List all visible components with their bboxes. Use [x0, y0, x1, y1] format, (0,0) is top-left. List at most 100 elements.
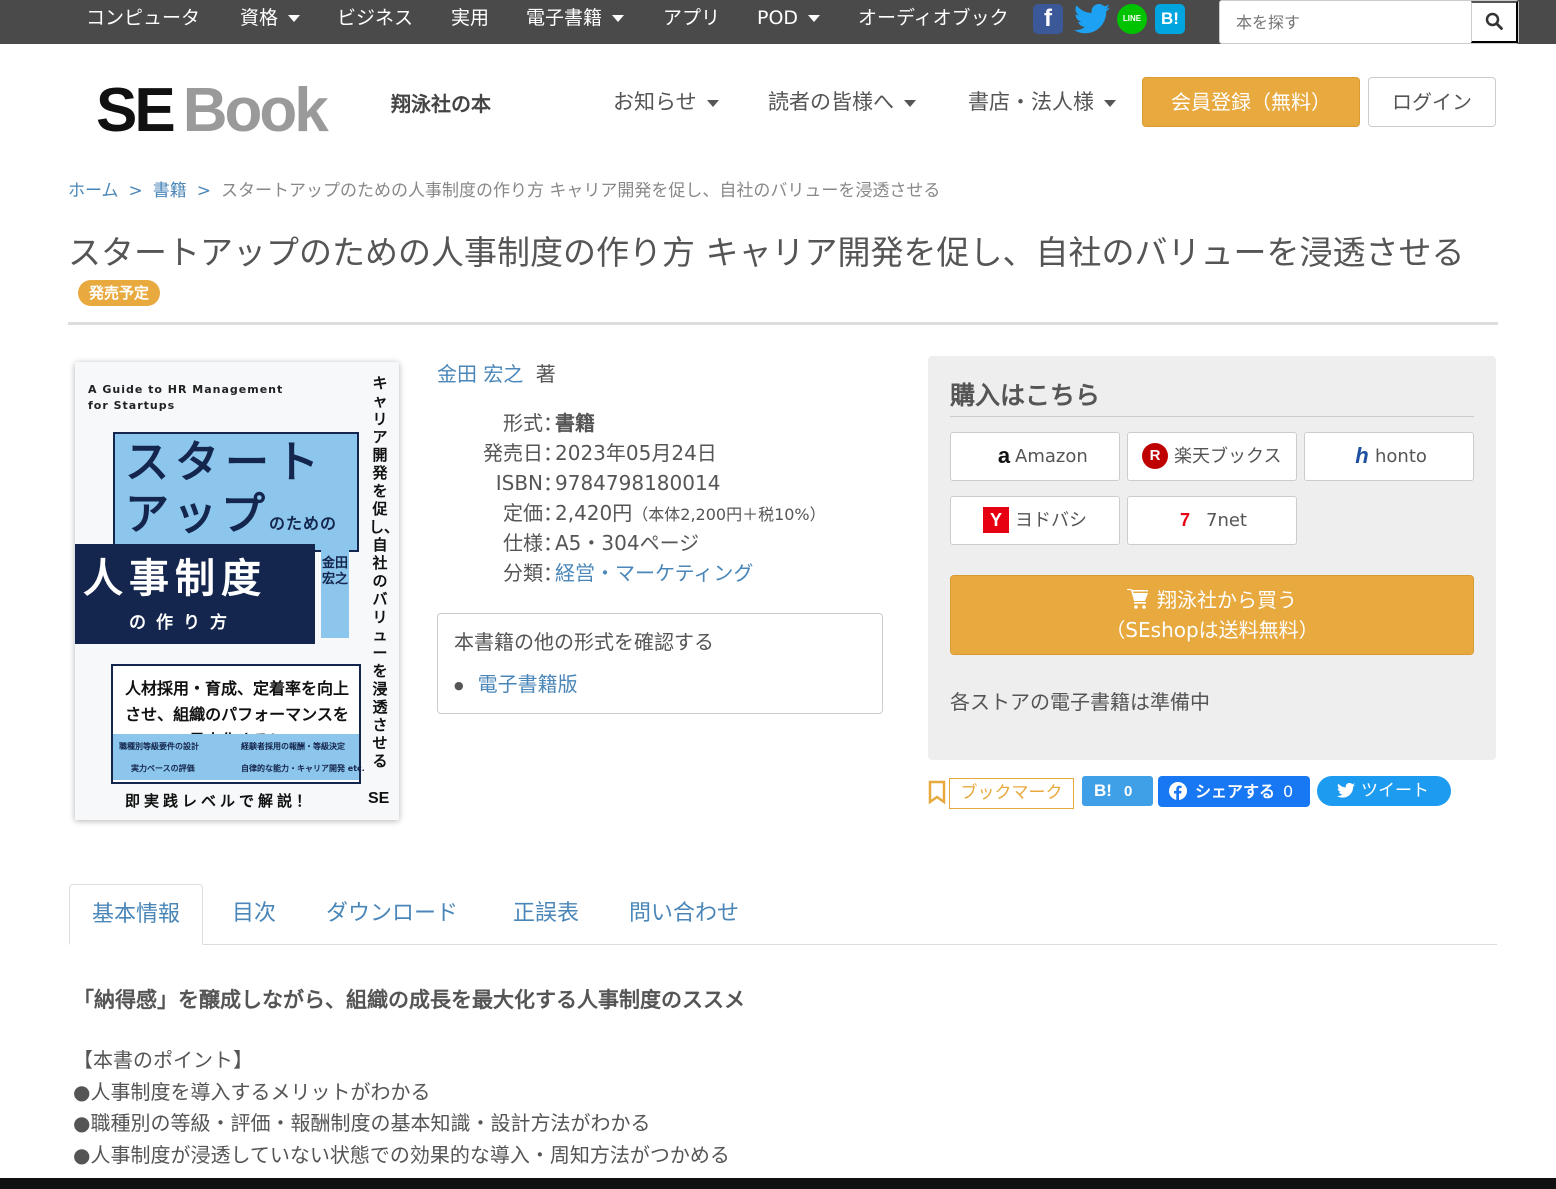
bookmark-icon [928, 780, 946, 805]
topnav-apps[interactable]: アプリ [663, 0, 720, 36]
cover-english-title: A Guide to HR Management for Startups [88, 383, 284, 412]
list-item: ●職種別の等級・評価・報酬制度の基本知識・設計方法がわかる [73, 1111, 651, 1135]
breadcrumb-current: スタートアップのための人事制度の作り方 キャリア開発を促し、自社のバリューを浸透… [221, 181, 941, 201]
status-badge: 発売予定 [78, 279, 161, 306]
search-button[interactable] [1471, 1, 1518, 43]
caret-down-icon [904, 99, 916, 107]
page-title: スタートアップのための人事制度の作り方 キャリア開発を促し、自社のバリューを浸透… [68, 234, 1498, 310]
cover-title-line4: の作り方 [129, 613, 237, 633]
topnav-qualifications[interactable]: 資格 [240, 0, 301, 36]
cover-title-line2: アップのための [125, 489, 338, 540]
cover-bottom-text: 即実践レベルで解説！ [125, 792, 316, 810]
purchase-panel: 購入はこちら a Amazon R 楽天ブックス h honto Y ヨドバシ 7 7ne… [928, 356, 1496, 760]
cover-title-line1: スタート [125, 437, 325, 488]
points-heading: 【本書のポイント】 [73, 1048, 253, 1072]
detail-label: 定価 [503, 501, 543, 525]
breadcrumb-books[interactable]: 書籍 [153, 181, 187, 201]
ebook-availability-note: 各ストアの電子書籍は準備中 [950, 690, 1210, 714]
cover-title-line3: 人事制度 [83, 556, 267, 602]
cover-vertical-subtitle: キャリア開発を促し、自社のバリューを浸透させる [369, 374, 399, 770]
breadcrumb-home[interactable]: ホーム [68, 181, 119, 201]
store-rakuten-button[interactable]: R 楽天ブックス [1127, 432, 1297, 481]
detail-label: 形式 [503, 411, 543, 435]
yodobashi-icon: Y [983, 507, 1009, 533]
tab-errata[interactable]: 正誤表 [513, 884, 579, 945]
cover-feature: 実力ベースの評価 [131, 764, 195, 773]
purchase-heading: 購入はこちら [950, 381, 1101, 410]
detail-colon: ： [543, 531, 563, 555]
line-icon[interactable]: LINE [1117, 4, 1147, 34]
tab-inquiry[interactable]: 問い合わせ [629, 884, 739, 945]
list-item: ●人事制度が浸透していない状態での効果的な導入・周知方法がつかめる [73, 1143, 730, 1167]
facebook-icon [1169, 782, 1187, 800]
tab-contents[interactable]: 目次 [232, 884, 276, 945]
detail-label: 仕様 [503, 531, 543, 555]
breadcrumb: ホーム > 書籍 > スタートアップのための人事制度の作り方 キャリア開発を促し、自社の… [68, 176, 940, 201]
caret-down-icon [706, 99, 719, 107]
cover-feature: 経験者採用の報酬・等級決定 [241, 742, 345, 751]
login-button[interactable]: ログイン [1368, 77, 1496, 127]
topnav-pod[interactable]: POD [757, 0, 821, 36]
search-input[interactable] [1220, 1, 1471, 43]
register-button[interactable]: 会員登録（無料） [1142, 77, 1360, 127]
detail-label: ISBN [495, 471, 543, 495]
detail-label: 発売日 [483, 441, 543, 465]
list-item: ●人事制度を導入するメリットがわかる [73, 1080, 431, 1104]
ebook-format-link[interactable]: 電子書籍版 [454, 668, 578, 697]
topnav-audiobook[interactable]: オーディオブック [858, 0, 1009, 36]
store-yodobashi-button[interactable]: Y ヨドバシ [950, 496, 1120, 545]
top-navigation-bar: コンピュータ 資格 ビジネス 実用 電子書籍 アプリ POD オーディオブック … [0, 0, 1556, 44]
detail-value: 書籍 [555, 411, 595, 435]
topnav-computer[interactable]: コンピュータ [86, 0, 200, 36]
store-7net-button[interactable]: 7 7net [1127, 496, 1297, 545]
tab-basic-info[interactable]: 基本情報 [69, 884, 204, 945]
book-detail-row: 形式：書籍 [437, 408, 595, 438]
rakuten-icon: R [1142, 443, 1168, 469]
tab-download[interactable]: ダウンロード [326, 884, 458, 945]
topnav-business[interactable]: ビジネス [337, 0, 413, 36]
description-lead: 「納得感」を醸成しながら、組織の成長を最大化する人事制度のススメ [73, 988, 745, 1012]
topnav-ebooks[interactable]: 電子書籍 [526, 0, 625, 36]
nav-news[interactable]: お知らせ [613, 86, 719, 116]
tweet-button[interactable]: ツイート [1317, 776, 1451, 806]
detail-colon: ： [543, 471, 563, 495]
cover-publisher-logo: SE [368, 790, 390, 807]
detail-colon: ： [543, 441, 563, 465]
facebook-icon[interactable]: f [1033, 4, 1063, 34]
honto-icon: h [1355, 443, 1369, 468]
search-box [1219, 0, 1519, 44]
cover-feature: 自律的な能力・キャリア開発 etc. [241, 764, 365, 773]
cart-icon [1127, 588, 1157, 612]
search-icon [1485, 12, 1503, 30]
nav-readers[interactable]: 読者の皆様へ [768, 86, 916, 116]
caret-down-icon [1104, 99, 1116, 107]
detail-value: 9784798180014 [555, 471, 721, 495]
hatena-icon[interactable]: B! [1155, 4, 1185, 34]
detail-value: A5・304ページ [555, 531, 700, 555]
author-line: 金田 宏之 著 [437, 358, 556, 387]
twitter-icon [1337, 782, 1355, 798]
twitter-icon[interactable] [1073, 3, 1111, 34]
cover-author: 金田宏之 [321, 548, 349, 638]
author-role: 著 [535, 362, 556, 386]
facebook-share-button[interactable]: シェアする 0 [1158, 776, 1310, 807]
detail-colon: ： [543, 561, 563, 585]
caret-down-icon [288, 15, 301, 22]
author-link[interactable]: 金田 宏之 [437, 362, 523, 386]
hatena-bookmark-button[interactable]: B! 0 [1082, 776, 1153, 806]
buy-from-shoeisha-button[interactable]: 翔泳社から買う （SEshopは送料無料） [950, 575, 1474, 655]
purchase-divider [950, 416, 1474, 417]
caret-down-icon [808, 15, 821, 22]
breadcrumb-separator: > [196, 181, 211, 201]
book-cover: A Guide to HR Management for Startups キャ… [75, 362, 399, 820]
nav-stores-corporate[interactable]: 書店・法人様 [968, 86, 1116, 116]
store-amazon-button[interactable]: a Amazon [950, 432, 1120, 481]
store-honto-button[interactable]: h honto [1304, 432, 1474, 481]
site-logo[interactable]: SE Book [96, 80, 329, 142]
detail-colon: ： [543, 501, 563, 525]
detail-colon: ： [543, 411, 563, 435]
price-note: （本体2,200円＋税10%） [632, 505, 826, 524]
caret-down-icon [612, 15, 625, 22]
category-link[interactable]: 経営・マーケティング [555, 561, 753, 585]
topnav-practical[interactable]: 実用 [451, 0, 489, 36]
